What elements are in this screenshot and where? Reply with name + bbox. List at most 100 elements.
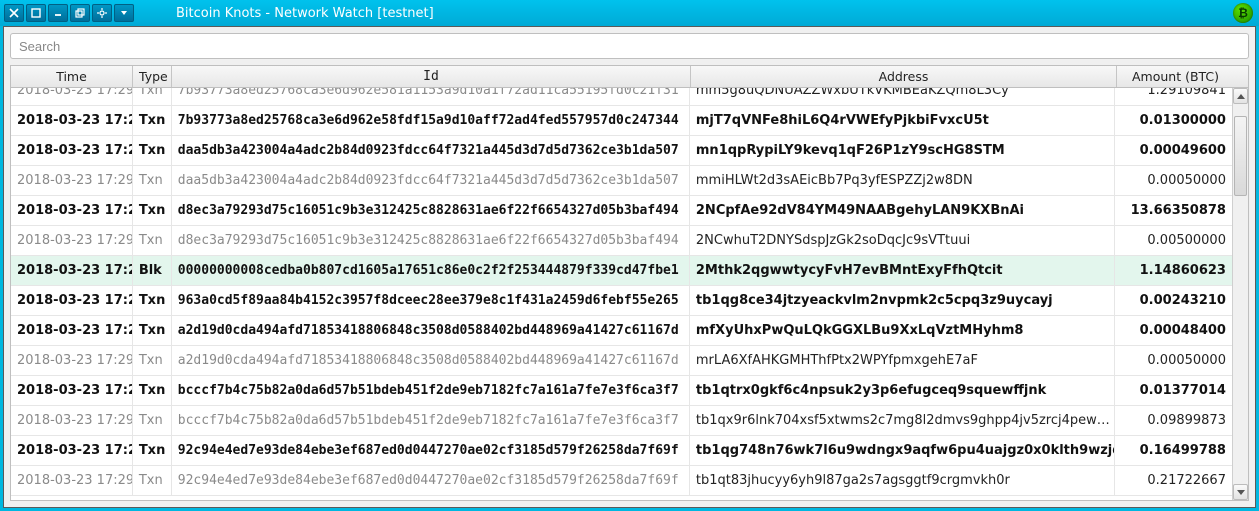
cell-address: 2NCwhuT2DNYSdspJzGk2soDqcJc9sVTtuui — [690, 226, 1115, 255]
table-row[interactable]: 2018-03-23 17:29Txndaa5db3a423004a4adc2b… — [11, 136, 1232, 166]
cell-amount: 0.21722667 — [1115, 466, 1232, 495]
table-body: 2018-03-23 17:29Txn7b93773a8ed25768ca3e6… — [11, 88, 1248, 500]
cell-amount: 0.00050000 — [1115, 346, 1232, 375]
cell-id: 7b93773a8ed25768ca3e6d962e581a1153a9d10a… — [172, 88, 690, 105]
cell-id: bcccf7b4c75b82a0da6d57b51bdeb451f2de9eb7… — [172, 376, 690, 405]
cell-id: 92c94e4ed7e93de84ebe3ef687ed0d0447270ae0… — [172, 466, 690, 495]
window-titlebar: Bitcoin Knots - Network Watch [testnet] … — [0, 0, 1259, 26]
cell-type: Blk — [133, 256, 172, 285]
cell-time: 2018-03-23 17:29 — [11, 196, 133, 225]
cell-time: 2018-03-23 17:29 — [11, 376, 133, 405]
cell-type: Txn — [133, 196, 172, 225]
table-row[interactable]: 2018-03-23 17:29Txnbcccf7b4c75b82a0da6d5… — [11, 406, 1232, 436]
column-header-id[interactable]: Id — [172, 66, 691, 87]
cell-id: daa5db3a423004a4adc2b84d0923fdcc64f7321a… — [172, 136, 690, 165]
cell-type: Txn — [133, 136, 172, 165]
cell-id: d8ec3a79293d75c16051c9b3e312425c8828631a… — [172, 226, 690, 255]
table-header: Time Type Id Address Amount (BTC) — [11, 66, 1248, 88]
table-row[interactable]: 2018-03-23 17:29Txna2d19d0cda494afd71853… — [11, 316, 1232, 346]
cell-id: d8ec3a79293d75c16051c9b3e312425c8828631a… — [172, 196, 690, 225]
cell-address: mm5g8uQDNUAZZWxbUTkVKMBEaKZQm8L3Cy — [690, 88, 1115, 105]
table-row[interactable]: 2018-03-23 17:29Txn7b93773a8ed25768ca3e6… — [11, 88, 1232, 106]
bitcoin-knots-icon: ₿ — [1233, 3, 1253, 23]
table-row[interactable]: 2018-03-23 17:29Txnbcccf7b4c75b82a0da6d5… — [11, 376, 1232, 406]
window-title: Bitcoin Knots - Network Watch [testnet] — [176, 6, 434, 21]
cell-type: Txn — [133, 166, 172, 195]
cell-address: mfXyUhxPwQuLQkGGXLBu9XxLqVztMHyhm8 — [690, 316, 1115, 345]
cell-type: Txn — [133, 466, 172, 495]
table-row[interactable]: 2018-03-23 17:29Txndaa5db3a423004a4adc2b… — [11, 166, 1232, 196]
cell-amount: 0.01377014 — [1115, 376, 1232, 405]
column-header-time[interactable]: Time — [11, 66, 133, 87]
column-header-amount[interactable]: Amount (BTC) — [1117, 66, 1234, 87]
search-wrap — [4, 27, 1255, 65]
cell-type: Txn — [133, 88, 172, 105]
cell-address: tb1qg8ce34jtzyeackvlm2nvpmk2c5cpq3z9uyca… — [690, 286, 1115, 315]
cell-address: tb1qt83jhucyy6yh9l87ga2s7agsggtf9crgmvkh… — [690, 466, 1115, 495]
cell-address: 2NCpfAe92dV84YM49NAABgehyLAN9KXBnAi — [690, 196, 1115, 225]
cell-id: 7b93773a8ed25768ca3e6d962e58fdf15a9d10af… — [172, 106, 690, 135]
cell-amount: 0.00049600 — [1115, 136, 1232, 165]
maximize-button[interactable] — [26, 4, 46, 22]
column-header-address[interactable]: Address — [691, 66, 1117, 87]
cell-time: 2018-03-23 17:29 — [11, 136, 133, 165]
cell-address: 2Mthk2qgwwtycyFvH7evBMntExyFfhQtcit — [690, 256, 1115, 285]
cell-time: 2018-03-23 17:29 — [11, 106, 133, 135]
cell-amount: 1.29109841 — [1115, 88, 1232, 105]
table-row[interactable]: 2018-03-23 17:29Blk00000000008cedba0b807… — [11, 256, 1232, 286]
vertical-scrollbar[interactable] — [1232, 88, 1248, 500]
table-row[interactable]: 2018-03-23 17:29Txn92c94e4ed7e93de84ebe3… — [11, 466, 1232, 496]
cell-time: 2018-03-23 17:29 — [11, 88, 133, 105]
cell-time: 2018-03-23 17:29 — [11, 316, 133, 345]
cell-time: 2018-03-23 17:29 — [11, 406, 133, 435]
cell-time: 2018-03-23 17:29 — [11, 346, 133, 375]
cell-time: 2018-03-23 17:29 — [11, 466, 133, 495]
cell-address: tb1qx9r6lnk704xsf5xtwms2c7mg8l2dmvs9ghpp… — [690, 406, 1115, 435]
cell-time: 2018-03-23 17:29 — [11, 436, 133, 465]
cell-amount: 0.01300000 — [1115, 106, 1232, 135]
cell-time: 2018-03-23 17:29 — [11, 166, 133, 195]
table-row[interactable]: 2018-03-23 17:29Txnd8ec3a79293d75c16051c… — [11, 226, 1232, 256]
cell-address: tb1qg748n76wk7l6u9wdngx9aqfw6pu4uajgz0x0… — [690, 436, 1115, 465]
table-row[interactable]: 2018-03-23 17:29Txn7b93773a8ed25768ca3e6… — [11, 106, 1232, 136]
network-events-table: Time Type Id Address Amount (BTC) 2018-0… — [10, 65, 1249, 501]
scrollbar-thumb[interactable] — [1234, 116, 1247, 196]
cell-id: a2d19d0cda494afd71853418806848c3508d0588… — [172, 316, 690, 345]
cell-time: 2018-03-23 17:29 — [11, 256, 133, 285]
close-button[interactable] — [4, 4, 24, 22]
column-header-type[interactable]: Type — [133, 66, 172, 87]
cell-time: 2018-03-23 17:29 — [11, 226, 133, 255]
settings-button[interactable] — [92, 4, 112, 22]
cell-type: Txn — [133, 376, 172, 405]
minimize-button[interactable] — [48, 4, 68, 22]
table-row[interactable]: 2018-03-23 17:29Txnd8ec3a79293d75c16051c… — [11, 196, 1232, 226]
cell-amount: 0.00050000 — [1115, 166, 1232, 195]
dropdown-button[interactable] — [114, 4, 134, 22]
cell-id: daa5db3a423004a4adc2b84d0923fdcc64f7321a… — [172, 166, 690, 195]
restore-button[interactable] — [70, 4, 90, 22]
table-row[interactable]: 2018-03-23 17:29Txn963a0cd5f89aa84b4152c… — [11, 286, 1232, 316]
cell-time: 2018-03-23 17:29 — [11, 286, 133, 315]
cell-amount: 0.00243210 — [1115, 286, 1232, 315]
cell-amount: 0.09899873 — [1115, 406, 1232, 435]
cell-amount: 1.14860623 — [1115, 256, 1232, 285]
cell-type: Txn — [133, 316, 172, 345]
search-input[interactable] — [10, 33, 1249, 59]
cell-address: mmiHLWt2d3sAEicBb7Pq3yfESPZZj2w8DN — [690, 166, 1115, 195]
scroll-up-button[interactable] — [1233, 88, 1248, 104]
table-row[interactable]: 2018-03-23 17:29Txna2d19d0cda494afd71853… — [11, 346, 1232, 376]
cell-type: Txn — [133, 436, 172, 465]
window-content: Time Type Id Address Amount (BTC) 2018-0… — [3, 26, 1256, 508]
table-row[interactable]: 2018-03-23 17:29Txn92c94e4ed7e93de84ebe3… — [11, 436, 1232, 466]
cell-type: Txn — [133, 106, 172, 135]
scrollbar-track[interactable] — [1233, 104, 1248, 484]
cell-type: Txn — [133, 406, 172, 435]
cell-id: bcccf7b4c75b82a0da6d57b51bdeb451f2de9eb7… — [172, 406, 690, 435]
cell-amount: 13.66350878 — [1115, 196, 1232, 225]
cell-address: mrLA6XfAHKGMHThfPtx2WPYfpmxgehE7aF — [690, 346, 1115, 375]
cell-address: tb1qtrx0gkf6c4npsuk2y3p6efugceq9squewffj… — [690, 376, 1115, 405]
cell-id: a2d19d0cda494afd71853418806848c3508d0588… — [172, 346, 690, 375]
scroll-down-button[interactable] — [1233, 484, 1248, 500]
cell-address: mn1qpRypiLY9kevq1qF26P1zY9scHG8STM — [690, 136, 1115, 165]
cell-address: mjT7qVNFe8hiL6Q4rVWEfyPjkbiFvxcU5t — [690, 106, 1115, 135]
